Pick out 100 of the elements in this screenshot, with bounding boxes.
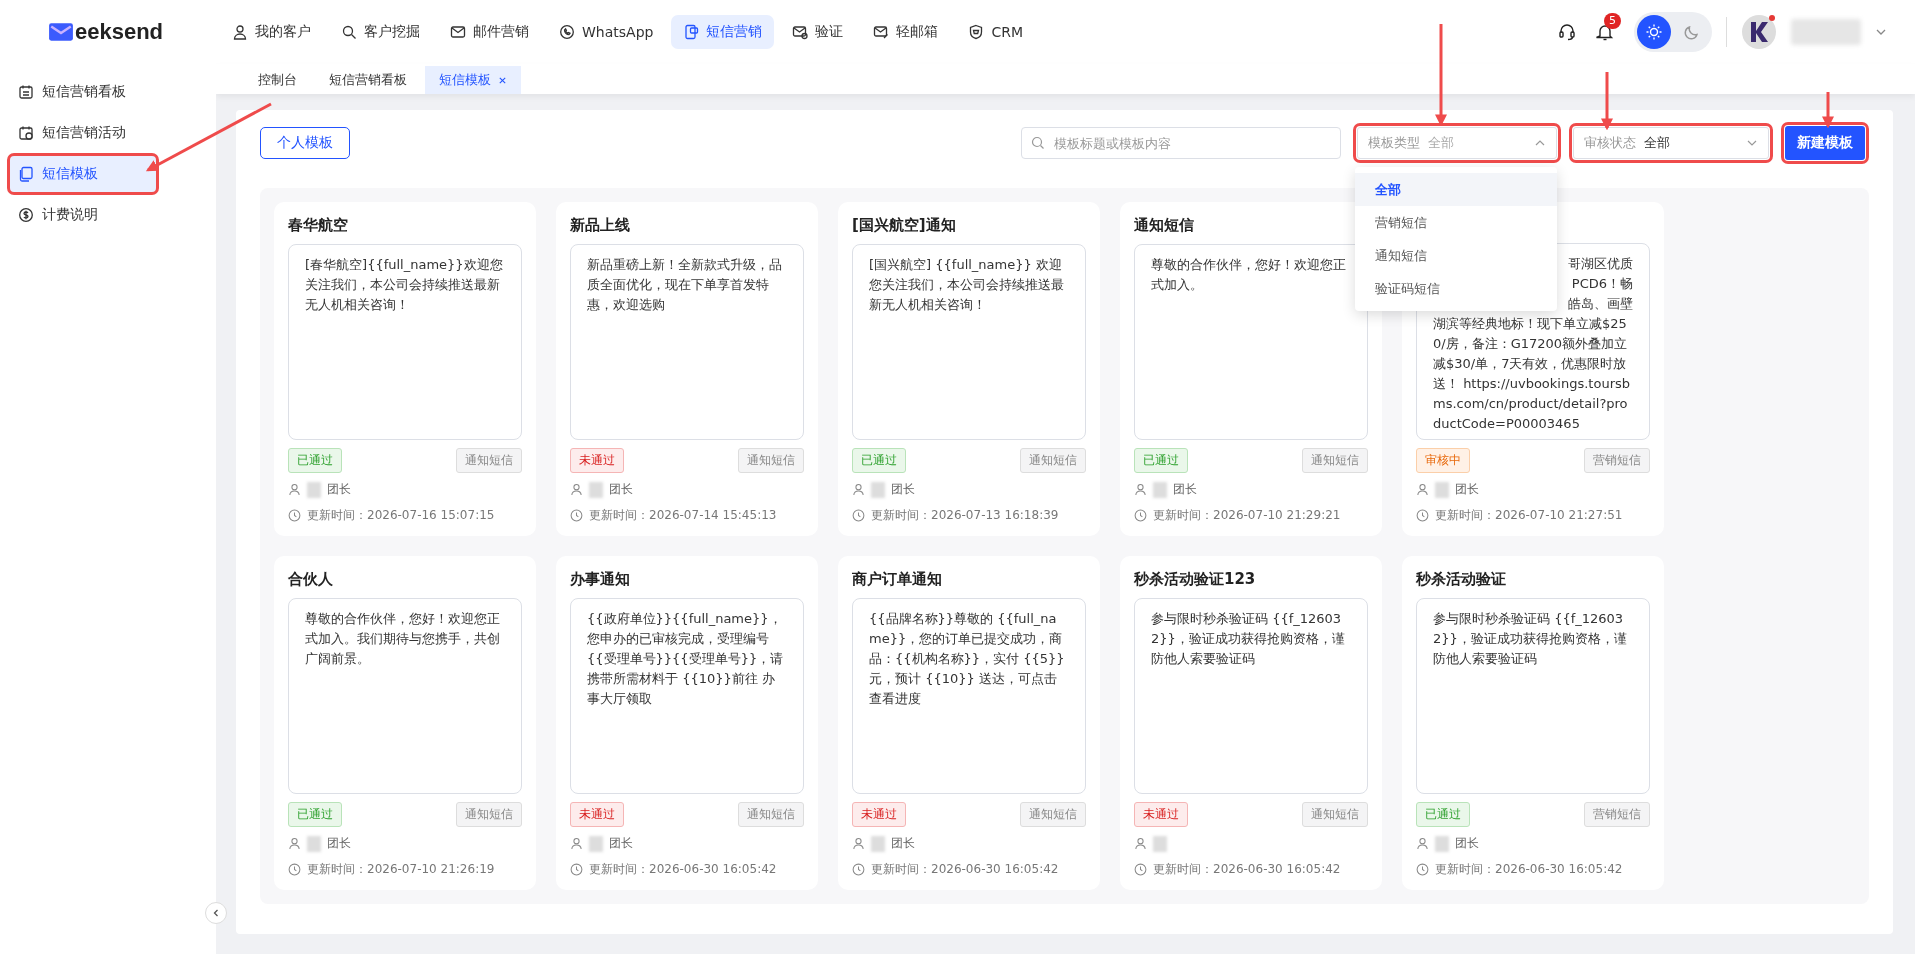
- shield-cart-icon: [968, 24, 985, 40]
- clock-icon: [852, 862, 865, 876]
- close-icon[interactable]: [498, 75, 507, 85]
- nav-item[interactable]: 客户挖掘: [329, 15, 432, 49]
- update-time: 更新时间：2026-07-13 16:18:39: [871, 506, 1059, 524]
- type-tag: 营销短信: [1584, 448, 1650, 474]
- message-text: 新品重磅上新！全新款式升级，品质全面优化，现在下单享首发特惠，欢迎选购: [587, 257, 782, 312]
- nav-item[interactable]: WhatsApp: [547, 15, 666, 49]
- update-time: 更新时间：2026-06-30 16:05:42: [589, 860, 777, 878]
- nav-item[interactable]: 轻邮箱: [861, 15, 951, 49]
- owner-name: 团长: [891, 835, 915, 853]
- owner-name: 团长: [1455, 835, 1479, 853]
- theme-toggle[interactable]: [1634, 12, 1712, 52]
- card-title: 新品上线: [570, 215, 631, 236]
- collapse-button[interactable]: [205, 902, 227, 924]
- owner-name: 团长: [609, 481, 633, 499]
- message-text: 皓岛、画壁: [1567, 295, 1633, 314]
- person-icon: [570, 837, 583, 851]
- redacted-name: [871, 481, 885, 498]
- person-icon: [288, 483, 301, 497]
- page-tab[interactable]: 短信模板: [425, 66, 521, 94]
- redacted-name: [1435, 835, 1449, 852]
- bell-icon[interactable]: [1596, 23, 1614, 41]
- envelope-icon: [450, 24, 466, 40]
- redacted-name: [307, 481, 321, 498]
- redacted-name: [1153, 835, 1167, 852]
- type-tag: 通知短信: [738, 802, 804, 828]
- sun-icon[interactable]: [1637, 15, 1671, 49]
- search-field[interactable]: 模板标题或模板内容: [1021, 127, 1341, 159]
- status-tag: 未通过: [1134, 802, 1188, 828]
- headset-icon[interactable]: [1558, 23, 1576, 41]
- template-card[interactable]: 春华航空 [春华航空]{{full_name}}欢迎您关注我们，本公司会持续推送最新无人机相关咨询！ 已通过 通知短信 团长 更新时间：2026-07-16 15:07:15: [274, 202, 536, 536]
- message-text: [春华航空]{{full_name}}欢迎您关注我们，本公司会持续推送最新无人机相关咨询！: [305, 257, 503, 312]
- template-card[interactable]: 合伙人 尊敬的合作伙伴，您好！欢迎您正式加入。我们期待与您携手，共创广阔前景。 已通过 通知短信 团长 更新时间：2026-07-10 21:26:19: [274, 556, 536, 890]
- redacted-name: [871, 835, 885, 852]
- clock-icon: [288, 862, 301, 876]
- dropdown-option[interactable]: 全部: [1355, 173, 1557, 206]
- status-tag: 审核中: [1416, 448, 1470, 474]
- nav-item[interactable]: 邮件营销: [438, 15, 541, 49]
- template-card[interactable]: 秒杀活动验证123 参与限时秒杀验证码 {{f_126032}}，验证成功获得抢购资格，谨防他人索要验证码 未通过 通知短信 更新时间：2026-06-30 16:05:42: [1120, 556, 1382, 890]
- message-text: 尊敬的合作伙伴，您好！欢迎您正式加入。: [1151, 257, 1346, 292]
- type-tag: 通知短信: [1020, 802, 1086, 828]
- card-title: 秒杀活动验证: [1416, 569, 1507, 590]
- status-tag: 已通过: [288, 802, 342, 828]
- update-time: 更新时间：2026-06-30 16:05:42: [1435, 860, 1623, 878]
- personal-template-button[interactable]: 个人模板: [260, 127, 350, 159]
- template-card[interactable]: 新品上线 新品重磅上新！全新款式升级，品质全面优化，现在下单享首发特惠，欢迎选购 未通过 通知短信 团长 更新时间：2026-07-14 15:45:13: [556, 202, 818, 536]
- annotation-arrow: [1601, 72, 1613, 131]
- card-title: 秒杀活动验证123: [1134, 569, 1257, 590]
- clock-icon: [1416, 862, 1429, 876]
- clock-icon: [1134, 862, 1147, 876]
- sidebar-item[interactable]: 计费说明: [8, 195, 208, 235]
- owner-name: 团长: [609, 835, 633, 853]
- type-tag: 通知短信: [738, 448, 804, 474]
- redacted-name: [1435, 481, 1449, 498]
- sidebar-item[interactable]: 短信营销看板: [8, 72, 208, 112]
- nav-item[interactable]: 我的客户: [220, 15, 323, 49]
- person-icon: [1134, 483, 1147, 497]
- chevron-left-icon: [211, 908, 221, 918]
- update-time: 更新时间：2026-06-30 16:05:42: [1153, 860, 1341, 878]
- message-text: {{政府单位}}{{full_name}}，您申办的已审核完成，受理编号 {{受理单号}}{{受理单号}}，请携带所需材料于 {{10}}前往 办事大厅领取: [587, 611, 784, 706]
- update-time: 更新时间：2026-07-16 15:07:15: [307, 506, 495, 524]
- update-time: 更新时间：2026-06-30 16:05:42: [871, 860, 1059, 878]
- clock-icon: [1134, 508, 1147, 522]
- template-card[interactable]: 商户订单通知 {{品牌名称}}尊敬的 {{full_name}}，您的订单已提交成功，商品：{{机构名称}}，实付 {{5}} 元，预计 {{10}} 送达，可点击查看进度 未通过 通知短信 团长 更新时间：2026-06-30 16:05:42: [838, 556, 1100, 890]
- page-tab[interactable]: 控制台: [244, 66, 311, 94]
- sidebar-item[interactable]: 短信营销活动: [8, 113, 208, 153]
- clock-icon: [288, 508, 301, 522]
- envelope-check-icon: [792, 24, 809, 40]
- owner-name: 团长: [327, 835, 351, 853]
- redacted-name: [589, 481, 603, 498]
- update-time: 更新时间：2026-07-10 21:29:21: [1153, 506, 1341, 524]
- avatar-icon[interactable]: [1741, 14, 1777, 50]
- chat-bubble-icon: [559, 24, 575, 40]
- update-time: 更新时间：2026-07-14 15:45:13: [589, 506, 777, 524]
- owner-name: 团长: [1173, 481, 1197, 499]
- page-tab[interactable]: 短信营销看板: [315, 66, 421, 94]
- nav-item[interactable]: 验证: [780, 15, 856, 49]
- type-tag: 营销短信: [1584, 802, 1650, 828]
- status-tag: 已通过: [288, 448, 342, 474]
- type-tag: 通知短信: [1302, 802, 1368, 828]
- template-card[interactable]: [国兴航空]通知 [国兴航空] {{full_name}} 欢迎您关注我们，本公司会持续推送最新无人机相关咨询！ 已通过 通知短信 团长 更新时间：2026-07-13 16:18:39: [838, 202, 1100, 536]
- message-text: 参与限时秒杀验证码 {{f_126032}}，验证成功获得抢购资格，谨防他人索要验证码: [1151, 611, 1345, 666]
- card-title: 春华航空: [288, 215, 349, 236]
- owner-name: 团长: [891, 481, 915, 499]
- clock-icon: [852, 508, 865, 522]
- redacted-name: [1791, 19, 1861, 45]
- card-title: 办事通知: [570, 569, 631, 590]
- search-icon: [341, 24, 357, 40]
- logo-icon: [48, 21, 74, 43]
- type-tag: 通知短信: [1302, 448, 1368, 474]
- dollar-icon: [18, 207, 34, 223]
- sidebar-item[interactable]: 短信模板: [8, 154, 158, 194]
- person-icon: [852, 483, 865, 497]
- message-text: 哥湖区优质: [1567, 255, 1633, 274]
- type-tag: 通知短信: [456, 448, 522, 474]
- template-card[interactable]: 办事通知 {{政府单位}}{{full_name}}，您申办的已审核完成，受理编号 {{受理单号}}{{受理单号}}，请携带所需材料于 {{10}}前往 办事大厅领取 未通过 通知短信 团长 更新时间：2026-06-30 16:05:42: [556, 556, 818, 890]
- template-card[interactable]: 秒杀活动验证 参与限时秒杀验证码 {{f_126032}}，验证成功获得抢购资格，谨防他人索要验证码 已通过 营销短信 团长 更新时间：2026-06-30 16:05:42: [1402, 556, 1664, 890]
- nav-item[interactable]: CRM: [956, 15, 1036, 49]
- nav-item[interactable]: 短信营销: [671, 15, 775, 49]
